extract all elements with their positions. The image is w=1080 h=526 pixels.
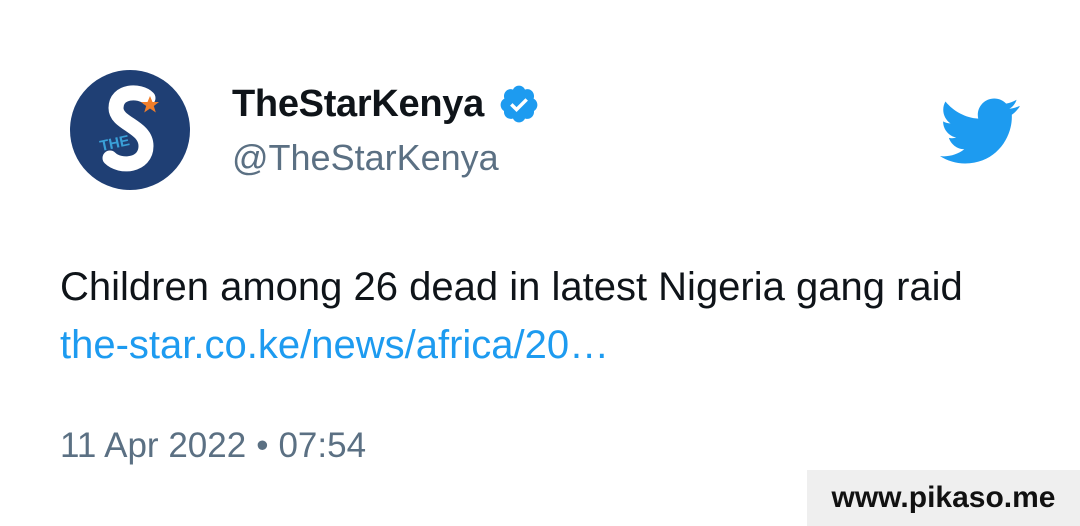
tweet-text: Children among 26 dead in latest Nigeria… [60,258,1020,374]
thestar-logo: THE [98,85,159,172]
tweet-date: 11 Apr 2022 [60,426,247,465]
svg-text:THE: THE [98,132,131,155]
avatar[interactable]: THE [70,70,190,190]
watermark-text: www.pikaso.me [831,481,1056,514]
tweet-link[interactable]: the-star.co.ke/news/africa/20… [60,323,609,367]
verified-badge-icon [498,83,540,125]
tweet-time: 07:54 [278,426,367,465]
tweet-timestamp[interactable]: 11 Apr 2022 • 07:54 [60,422,366,470]
watermark: www.pikaso.me [807,470,1080,526]
display-name[interactable]: TheStarKenya [232,82,484,126]
timestamp-separator: • [256,426,269,465]
tweet-body: Children among 26 dead in latest Nigeria… [60,265,963,309]
author-handle[interactable]: @TheStarKenya [232,136,499,180]
author-name-row: TheStarKenya [232,82,540,126]
twitter-bird-icon[interactable] [940,98,1021,164]
